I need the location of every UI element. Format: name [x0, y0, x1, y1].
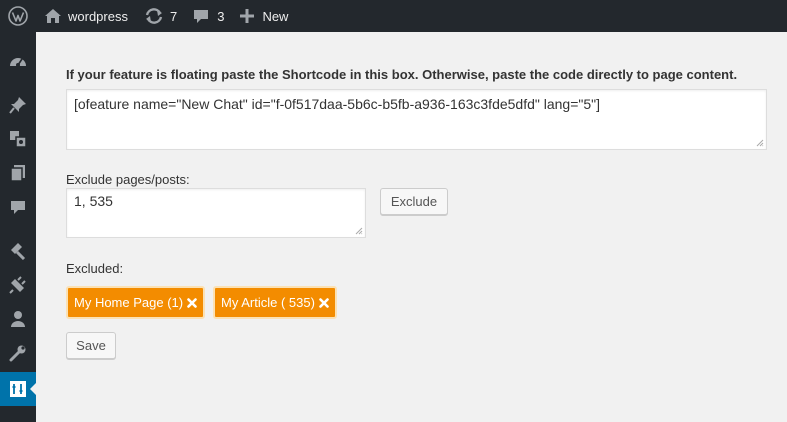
exclude-button[interactable]: Exclude [380, 188, 448, 215]
pin-icon [9, 97, 26, 114]
excluded-tag: My Home Page (1) [66, 286, 205, 319]
new-label: New [262, 8, 289, 24]
site-name: wordpress [68, 8, 128, 24]
wordpress-logo-icon [8, 6, 28, 26]
plugin-settings-icon [10, 381, 26, 397]
excluded-tag: My Article ( 535) [213, 286, 337, 319]
comment-bubble-icon [194, 10, 209, 23]
plus-icon [240, 9, 255, 23]
excluded-label: Excluded: [66, 261, 124, 276]
new-content-button[interactable]: New [232, 0, 296, 32]
save-button[interactable]: Save [66, 332, 116, 359]
close-icon [187, 297, 197, 308]
sidebar-item-plugins[interactable] [0, 268, 36, 302]
users-icon [11, 311, 25, 327]
plugins-icon [9, 276, 26, 294]
updates-button[interactable]: 7 [136, 0, 185, 32]
shortcode-value: [ofeature name="New Chat" id="f-0f517daa… [74, 96, 601, 112]
exclude-label: Exclude pages/posts: [66, 172, 190, 187]
media-icon [10, 131, 27, 148]
sidebar-item-tools[interactable] [0, 336, 36, 370]
remove-tag-button[interactable] [187, 297, 197, 308]
pages-icon [10, 165, 25, 182]
sidebar-item-plugin-settings[interactable] [0, 372, 37, 406]
admin-bar: wordpress 7 3 New [0, 0, 787, 32]
excluded-tag-label: My Home Page (1) [74, 295, 184, 310]
wordpress-logo-button[interactable] [0, 0, 36, 32]
updates-count: 7 [169, 8, 178, 24]
comments-count: 3 [217, 8, 225, 24]
comments-button[interactable]: 3 [185, 0, 232, 32]
dashboard-icon [10, 58, 26, 67]
excluded-tag-label: My Article ( 535) [221, 295, 315, 310]
shortcode-textarea[interactable]: [ofeature name="New Chat" id="f-0f517daa… [66, 89, 767, 150]
shortcode-label: If your feature is floating paste the Sh… [66, 67, 738, 82]
tools-icon [9, 345, 26, 362]
sidebar-item-users[interactable] [0, 302, 36, 336]
current-menu-arrow [30, 382, 37, 396]
sidebar-item-media[interactable] [0, 122, 36, 156]
exclude-textarea[interactable]: 1, 535 [66, 188, 366, 238]
appearance-icon [11, 243, 26, 260]
close-icon [319, 297, 329, 308]
sidebar-item-posts[interactable] [0, 88, 36, 122]
remove-tag-button[interactable] [319, 297, 329, 308]
comments-icon [11, 201, 25, 214]
updates-icon [145, 8, 163, 24]
site-name-button[interactable]: wordpress [36, 0, 136, 32]
home-icon [45, 9, 61, 23]
resize-handle-icon[interactable] [756, 139, 764, 147]
exclude-value: 1, 535 [74, 193, 113, 209]
sidebar-item-appearance[interactable] [0, 234, 36, 268]
sidebar-item-comments[interactable] [0, 190, 36, 224]
sidebar-item-dashboard[interactable] [0, 44, 36, 78]
sidebar-item-pages[interactable] [0, 156, 36, 190]
resize-handle-icon[interactable] [355, 227, 363, 235]
admin-sidebar [0, 32, 37, 422]
